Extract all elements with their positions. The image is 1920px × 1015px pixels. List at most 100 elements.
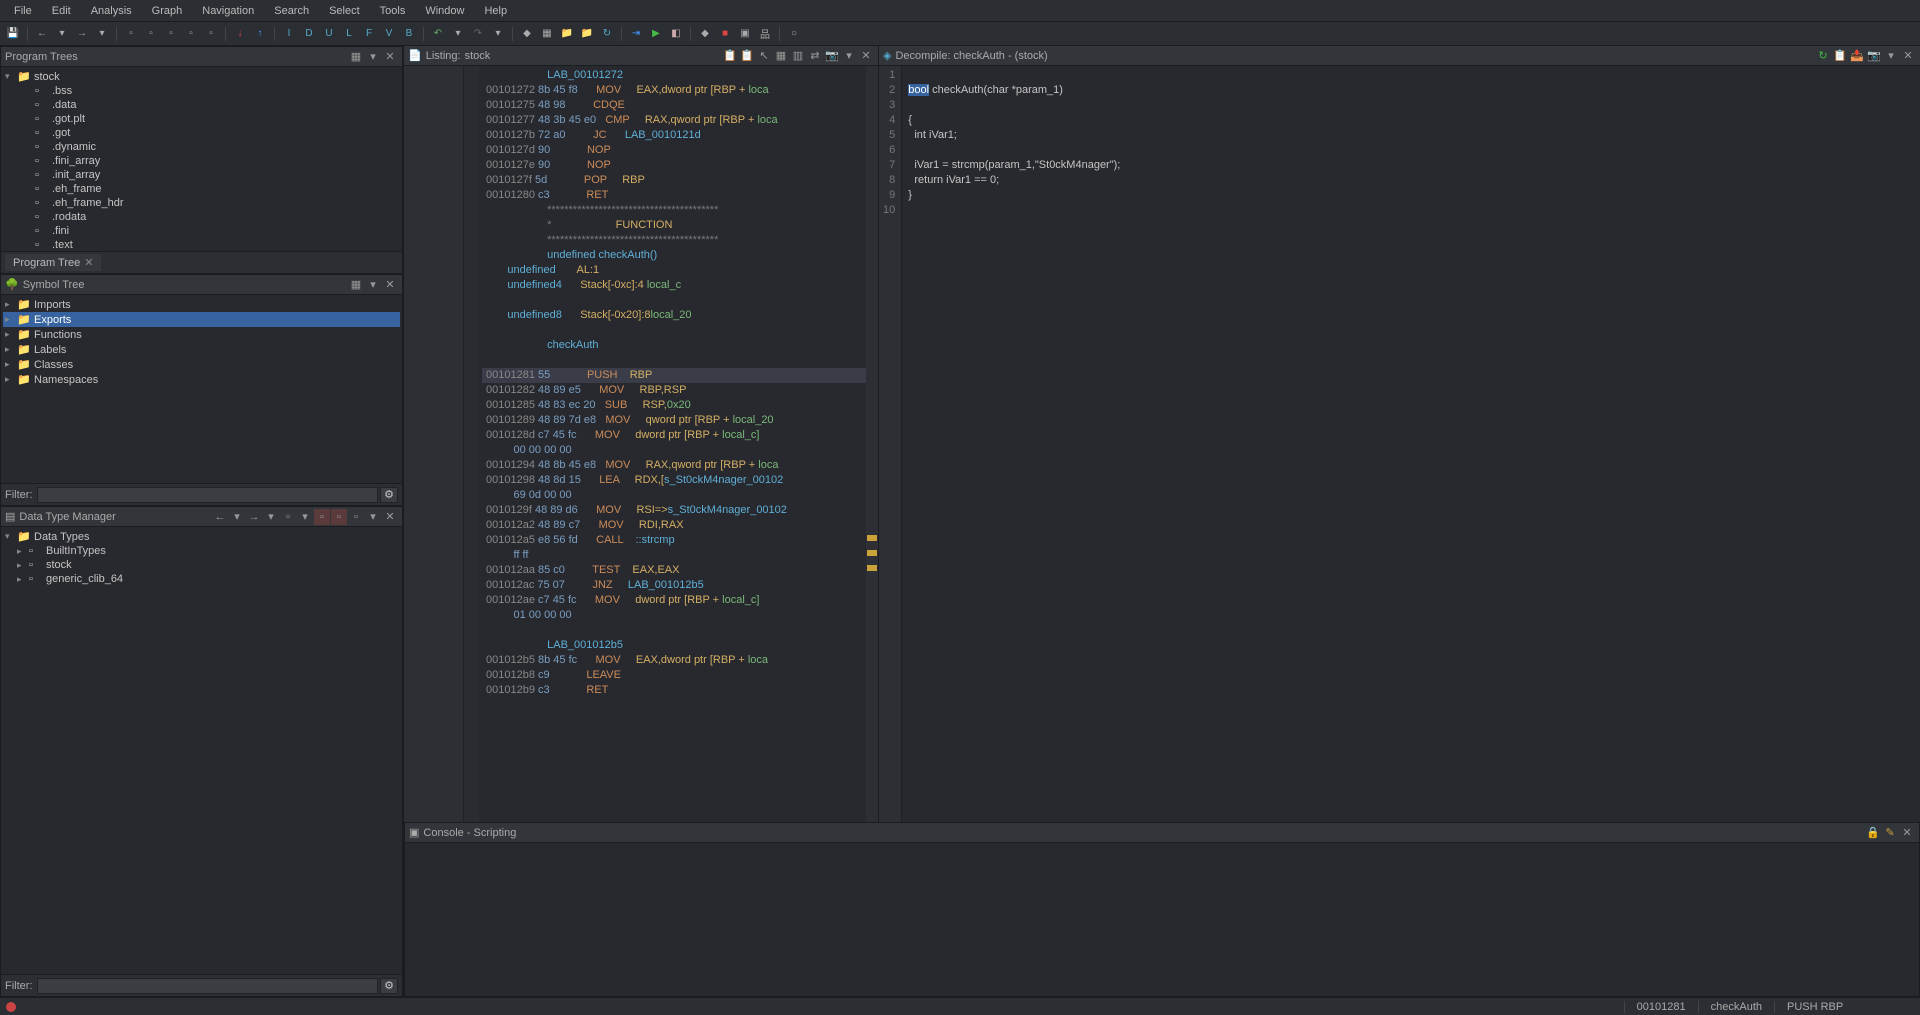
asm-line[interactable] bbox=[482, 323, 878, 338]
undo-dropdown-icon[interactable]: ▾ bbox=[449, 25, 467, 43]
asm-line[interactable]: 001012b9 c3 RET bbox=[482, 683, 878, 698]
panel-close-icon[interactable]: ✕ bbox=[382, 277, 398, 293]
console-body[interactable] bbox=[405, 843, 1919, 996]
program-tree-body[interactable]: ▾📁stock ▫.bss▫.data▫.got.plt▫.got▫.dynam… bbox=[1, 67, 402, 251]
dropdown-icon[interactable]: ▾ bbox=[229, 509, 245, 525]
asm-line[interactable]: 00101289 48 89 7d e8 MOV qword ptr [RBP … bbox=[482, 413, 878, 428]
u-icon[interactable]: U bbox=[320, 25, 338, 43]
tb-icon-5[interactable]: ▫ bbox=[202, 25, 220, 43]
tree-root[interactable]: ▾📁stock bbox=[3, 69, 400, 84]
export-icon[interactable]: 📤 bbox=[1849, 48, 1865, 64]
symbol-tree-item[interactable]: ▸📁Labels bbox=[3, 342, 400, 357]
section-item[interactable]: ▫.dynamic bbox=[3, 140, 400, 154]
section-item[interactable]: ▫.fini_array bbox=[3, 154, 400, 168]
asm-line[interactable]: 00101294 48 8b 45 e8 MOV RAX,qword ptr [… bbox=[482, 458, 878, 473]
asm-line[interactable]: 00101282 48 89 e5 MOV RBP,RSP bbox=[482, 383, 878, 398]
tb-icon-10[interactable]: ◆ bbox=[696, 25, 714, 43]
undo-icon[interactable]: ↶ bbox=[429, 25, 447, 43]
asm-line[interactable]: undefined4 Stack[-0xc]:4 local_c bbox=[482, 278, 878, 293]
section-item[interactable]: ▫.eh_frame_hdr bbox=[3, 196, 400, 210]
symbol-tree-body[interactable]: ▸📁Imports▸📁Exports▸📁Functions▸📁Labels▸📁C… bbox=[1, 295, 402, 483]
asm-line[interactable]: 00101281 55 PUSH RBP bbox=[482, 368, 878, 383]
l-icon[interactable]: L bbox=[340, 25, 358, 43]
asm-line[interactable]: 001012ac 75 07 JNZ LAB_001012b5 bbox=[482, 578, 878, 593]
dropdown-icon[interactable]: ▾ bbox=[263, 509, 279, 525]
asm-line[interactable] bbox=[482, 353, 878, 368]
nav-back-icon[interactable]: ← bbox=[212, 509, 228, 525]
asm-line[interactable]: * FUNCTION bbox=[482, 218, 878, 233]
dropdown-icon[interactable]: ▾ bbox=[297, 509, 313, 525]
tb-icon-4[interactable]: ▫ bbox=[182, 25, 200, 43]
dtm-filter-input[interactable] bbox=[37, 978, 379, 994]
tb-icon-6[interactable]: ◆ bbox=[518, 25, 536, 43]
menu-window[interactable]: Window bbox=[415, 2, 474, 20]
asm-line[interactable]: LAB_001012b5 bbox=[482, 638, 878, 653]
panel-close-icon[interactable]: ✕ bbox=[1900, 48, 1916, 64]
arrow-down-red-icon[interactable]: ↓ bbox=[231, 25, 249, 43]
asm-line[interactable]: 001012b5 8b 45 fc MOV EAX,dword ptr [RBP… bbox=[482, 653, 878, 668]
b-icon[interactable]: B bbox=[400, 25, 418, 43]
snapshot-icon[interactable]: 📷 bbox=[1866, 48, 1882, 64]
asm-line[interactable]: undefined checkAuth() bbox=[482, 248, 878, 263]
tb-icon-8[interactable]: 📁 bbox=[558, 25, 576, 43]
tb-icon-3[interactable]: ▫ bbox=[162, 25, 180, 43]
asm-line[interactable]: 0010127d 90 NOP bbox=[482, 143, 878, 158]
nav-fwd-dropdown-icon[interactable]: ▾ bbox=[93, 25, 111, 43]
asm-line[interactable]: undefined AL:1 bbox=[482, 263, 878, 278]
section-item[interactable]: ▫.got bbox=[3, 126, 400, 140]
menu-select[interactable]: Select bbox=[319, 2, 370, 20]
cursor-icon[interactable]: ↖ bbox=[756, 48, 772, 64]
asm-line[interactable]: checkAuth bbox=[482, 338, 878, 353]
asm-line[interactable]: 00101275 48 98 CDQE bbox=[482, 98, 878, 113]
lock-icon[interactable]: 🔒 bbox=[1865, 825, 1881, 841]
copy-icon[interactable]: 📋 bbox=[1832, 48, 1848, 64]
asm-line[interactable]: **************************************** bbox=[482, 233, 878, 248]
symbol-tree-item[interactable]: ▸📁Functions bbox=[3, 327, 400, 342]
tb-icon-7[interactable]: ▦ bbox=[538, 25, 556, 43]
refresh-icon[interactable]: ↻ bbox=[598, 25, 616, 43]
menu-analysis[interactable]: Analysis bbox=[81, 2, 142, 20]
tb-icon-2[interactable]: ▫ bbox=[142, 25, 160, 43]
asm-line[interactable]: LAB_00101272 bbox=[482, 68, 878, 83]
section-item[interactable]: ▫.init_array bbox=[3, 168, 400, 182]
v-icon[interactable]: V bbox=[380, 25, 398, 43]
f-icon[interactable]: F bbox=[360, 25, 378, 43]
asm-line[interactable]: 01 00 00 00 bbox=[482, 608, 878, 623]
menu-navigation[interactable]: Navigation bbox=[192, 2, 264, 20]
section-item[interactable]: ▫.eh_frame bbox=[3, 182, 400, 196]
section-item[interactable]: ▫.bss bbox=[3, 84, 400, 98]
stop-icon[interactable]: ■ bbox=[716, 25, 734, 43]
symbol-tree-item[interactable]: ▸📁Namespaces bbox=[3, 372, 400, 387]
symbol-filter-input[interactable] bbox=[37, 487, 379, 503]
tb-icon-12[interactable]: 品 bbox=[756, 25, 774, 43]
panel-new-icon[interactable]: ▦ bbox=[348, 277, 364, 293]
d-icon[interactable]: D bbox=[300, 25, 318, 43]
i-icon[interactable]: I bbox=[280, 25, 298, 43]
snapshot-icon[interactable]: 📷 bbox=[824, 48, 840, 64]
dtm-body[interactable]: ▾📁Data Types ▸▫BuiltInTypes▸▫stock▸▫gene… bbox=[1, 527, 402, 974]
nav-back-icon[interactable]: ← bbox=[33, 25, 51, 43]
refresh-icon[interactable]: ↻ bbox=[1815, 48, 1831, 64]
symbol-tree-item[interactable]: ▸📁Exports bbox=[3, 312, 400, 327]
debug-in-icon[interactable]: ⇥ bbox=[627, 25, 645, 43]
filter-config-icon[interactable]: ⚙ bbox=[380, 487, 398, 503]
asm-line[interactable]: 0010127e 90 NOP bbox=[482, 158, 878, 173]
asm-line[interactable]: 001012a5 e8 56 fd CALL ::strcmp bbox=[482, 533, 878, 548]
dtm-icon-1[interactable]: ▫ bbox=[280, 509, 296, 525]
asm-line[interactable]: 001012a2 48 89 c7 MOV RDI,RAX bbox=[482, 518, 878, 533]
dtm-root[interactable]: ▾📁Data Types bbox=[3, 529, 400, 544]
debug-icon[interactable]: ◧ bbox=[667, 25, 685, 43]
asm-line[interactable]: 00101298 48 8d 15 LEA RDX,[s_St0ckM4nage… bbox=[482, 473, 878, 488]
tb-icon-13[interactable]: ○ bbox=[785, 25, 803, 43]
asm-line[interactable] bbox=[482, 293, 878, 308]
section-item[interactable]: ▫.data bbox=[3, 98, 400, 112]
save-icon[interactable]: 💾 bbox=[4, 25, 22, 43]
listing-body[interactable]: LAB_0010127200101272 8b 45 f8 MOV EAX,dw… bbox=[404, 66, 878, 822]
asm-line[interactable]: 00101285 48 83 ec 20 SUB RSP,0x20 bbox=[482, 398, 878, 413]
section-item[interactable]: ▫.fini bbox=[3, 224, 400, 238]
panel-menu-icon[interactable]: ▾ bbox=[365, 277, 381, 293]
dtm-icon-2[interactable]: ▫ bbox=[314, 509, 330, 525]
menu-file[interactable]: File bbox=[4, 2, 42, 20]
asm-line[interactable]: 0010127f 5d POP RBP bbox=[482, 173, 878, 188]
asm-line[interactable]: ff ff bbox=[482, 548, 878, 563]
